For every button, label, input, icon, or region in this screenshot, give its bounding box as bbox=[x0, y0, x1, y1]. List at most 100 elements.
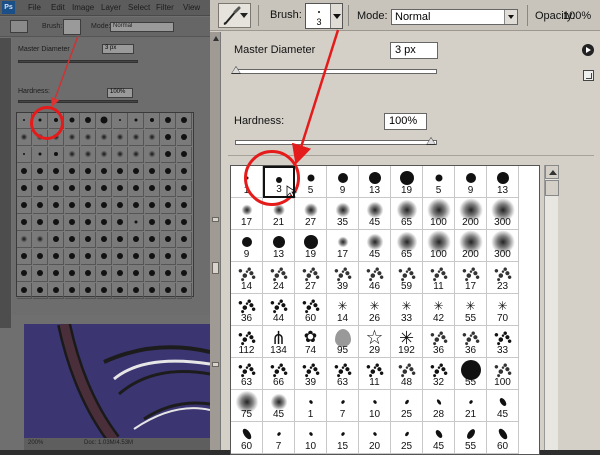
brush-preset-cell[interactable]: ☆ 29 bbox=[359, 326, 391, 358]
brush-preset-cell[interactable]: 15 bbox=[327, 422, 359, 454]
brush-preset-cell[interactable]: 11 bbox=[423, 262, 455, 294]
brush-preset-cell[interactable]: 200 bbox=[455, 230, 487, 262]
brush-preset-cell[interactable]: 19 bbox=[295, 230, 327, 262]
brush-preset-cell[interactable]: 66 bbox=[263, 358, 295, 390]
brush-preset-cell[interactable]: ✳ 192 bbox=[391, 326, 423, 358]
brush-preset-cell[interactable]: 10 bbox=[295, 422, 327, 454]
brush-preset-cell[interactable]: 36 bbox=[231, 294, 263, 326]
brush-preset-cell[interactable]: 60 bbox=[487, 422, 519, 454]
brush-preset-cell[interactable]: 13 bbox=[487, 166, 519, 198]
brush-preset-cell[interactable]: 100 bbox=[487, 358, 519, 390]
brush-preset-cell[interactable]: 17 bbox=[327, 230, 359, 262]
opacity-field[interactable]: 100% bbox=[563, 10, 591, 22]
brush-preset-cell[interactable]: 65 bbox=[391, 198, 423, 230]
brush-picker-dropdown-icon[interactable] bbox=[330, 4, 342, 28]
brush-preset-cell[interactable]: 1 bbox=[295, 390, 327, 422]
brush-preset-cell[interactable]: 45 bbox=[487, 390, 519, 422]
brush-preset-cell[interactable]: 5 bbox=[295, 166, 327, 198]
brush-preset-cell[interactable]: 25 bbox=[391, 390, 423, 422]
hardness-slider-thumb[interactable] bbox=[426, 137, 436, 145]
brush-picker[interactable]: 3 bbox=[305, 3, 343, 29]
brush-preset-cell[interactable]: 35 bbox=[327, 198, 359, 230]
brush-preset-cell[interactable]: ✳ 14 bbox=[327, 294, 359, 326]
brush-preset-cell[interactable]: 27 bbox=[295, 198, 327, 230]
brush-preset-cell[interactable]: 11 bbox=[359, 358, 391, 390]
brush-preset-cell[interactable]: 60 bbox=[231, 422, 263, 454]
hardness-field[interactable]: 100% bbox=[384, 113, 427, 130]
brush-preset-cell[interactable]: 10 bbox=[359, 390, 391, 422]
brush-preset-cell[interactable]: 7 bbox=[327, 390, 359, 422]
dock-tab-marker[interactable] bbox=[212, 217, 219, 222]
brush-preset-cell[interactable]: 300 bbox=[487, 230, 519, 262]
brush-preset-cell[interactable]: 45 bbox=[359, 198, 391, 230]
brush-preset-cell[interactable]: 75 bbox=[231, 390, 263, 422]
brush-preset-cell[interactable]: 13 bbox=[263, 230, 295, 262]
dock-tab-marker[interactable] bbox=[212, 262, 219, 274]
brush-preset-cell[interactable]: ✳ 33 bbox=[391, 294, 423, 326]
brush-preset-cell[interactable]: 55 bbox=[455, 422, 487, 454]
brush-preset-cell[interactable]: ✳ 42 bbox=[423, 294, 455, 326]
brush-preset-cell[interactable]: 19 bbox=[391, 166, 423, 198]
tool-preset-picker[interactable] bbox=[218, 3, 251, 28]
brush-preset-cell[interactable]: 100 bbox=[423, 198, 455, 230]
brush-preset-cell[interactable]: 100 bbox=[423, 230, 455, 262]
master-diameter-slider[interactable] bbox=[235, 69, 437, 74]
brush-preset-cell[interactable]: ✿ 74 bbox=[295, 326, 327, 358]
brush-preset-cell[interactable]: 21 bbox=[455, 390, 487, 422]
brush-preset-cell[interactable]: 24 bbox=[263, 262, 295, 294]
brush-preset-cell[interactable]: 60 bbox=[295, 294, 327, 326]
brush-preset-cell[interactable]: 63 bbox=[327, 358, 359, 390]
brush-preset-cell[interactable]: 45 bbox=[263, 390, 295, 422]
brush-preset-cell[interactable]: 45 bbox=[423, 422, 455, 454]
brush-preset-cell[interactable]: 63 bbox=[231, 358, 263, 390]
thumb-brush-cell bbox=[161, 113, 176, 129]
brush-preset-cell-selected[interactable]: 3 bbox=[263, 166, 295, 198]
panel-menu-icon[interactable] bbox=[582, 44, 594, 56]
brush-preset-cell[interactable]: 59 bbox=[391, 262, 423, 294]
brush-preset-cell[interactable]: 33 bbox=[487, 326, 519, 358]
brush-preset-cell[interactable]: 112 bbox=[231, 326, 263, 358]
brush-preset-cell[interactable]: 39 bbox=[295, 358, 327, 390]
brush-preset-cell[interactable]: ✳ 70 bbox=[487, 294, 519, 326]
brush-preset-cell[interactable]: 9 bbox=[327, 166, 359, 198]
brush-preset-cell[interactable]: 27 bbox=[295, 262, 327, 294]
brush-preset-cell[interactable]: 17 bbox=[455, 262, 487, 294]
brush-preset-cell[interactable]: 300 bbox=[487, 198, 519, 230]
brush-preset-cell[interactable]: 13 bbox=[359, 166, 391, 198]
brush-preset-cell[interactable]: 48 bbox=[391, 358, 423, 390]
dock-tab-marker[interactable] bbox=[212, 362, 219, 367]
brush-preset-cell[interactable]: 5 bbox=[423, 166, 455, 198]
brush-preset-cell[interactable]: 36 bbox=[423, 326, 455, 358]
scrollbar-thumb[interactable] bbox=[545, 180, 559, 196]
brush-preset-cell[interactable]: 7 bbox=[263, 422, 295, 454]
brush-preset-cell[interactable]: 65 bbox=[391, 230, 423, 262]
brush-preset-cell[interactable]: ⋔ 134 bbox=[263, 326, 295, 358]
brush-preset-cell[interactable]: 20 bbox=[359, 422, 391, 454]
hardness-slider[interactable] bbox=[235, 140, 437, 145]
brush-preset-cell[interactable]: 200 bbox=[455, 198, 487, 230]
brush-preset-cell[interactable]: 55 bbox=[455, 358, 487, 390]
brush-preset-cell[interactable]: 32 bbox=[423, 358, 455, 390]
brush-preset-cell[interactable]: 45 bbox=[359, 230, 391, 262]
brush-preset-cell[interactable]: 9 bbox=[455, 166, 487, 198]
brush-preset-cell[interactable]: 23 bbox=[487, 262, 519, 294]
brush-preset-cell[interactable]: 14 bbox=[231, 262, 263, 294]
brush-grid-scrollbar[interactable] bbox=[544, 165, 559, 450]
new-preset-icon[interactable] bbox=[583, 70, 594, 81]
brush-preset-cell[interactable]: 95 bbox=[327, 326, 359, 358]
brush-preset-cell[interactable]: 36 bbox=[455, 326, 487, 358]
brush-preset-cell[interactable]: ✳ 26 bbox=[359, 294, 391, 326]
brush-preset-cell[interactable]: 39 bbox=[327, 262, 359, 294]
brush-preset-cell[interactable]: 46 bbox=[359, 262, 391, 294]
panel-dock-strip[interactable] bbox=[210, 32, 221, 450]
brush-preset-cell[interactable]: 28 bbox=[423, 390, 455, 422]
scroll-up-icon[interactable] bbox=[545, 165, 559, 179]
brush-preset-cell[interactable]: 25 bbox=[391, 422, 423, 454]
brush-preset-cell[interactable]: 9 bbox=[231, 230, 263, 262]
brush-preset-cell[interactable]: ✳ 55 bbox=[455, 294, 487, 326]
brush-preset-cell[interactable]: 44 bbox=[263, 294, 295, 326]
dock-collapse-icon[interactable] bbox=[213, 36, 219, 41]
mode-select[interactable]: Normal bbox=[391, 9, 518, 25]
master-diameter-slider-thumb[interactable] bbox=[231, 66, 241, 74]
master-diameter-field[interactable]: 3 px bbox=[390, 42, 438, 59]
